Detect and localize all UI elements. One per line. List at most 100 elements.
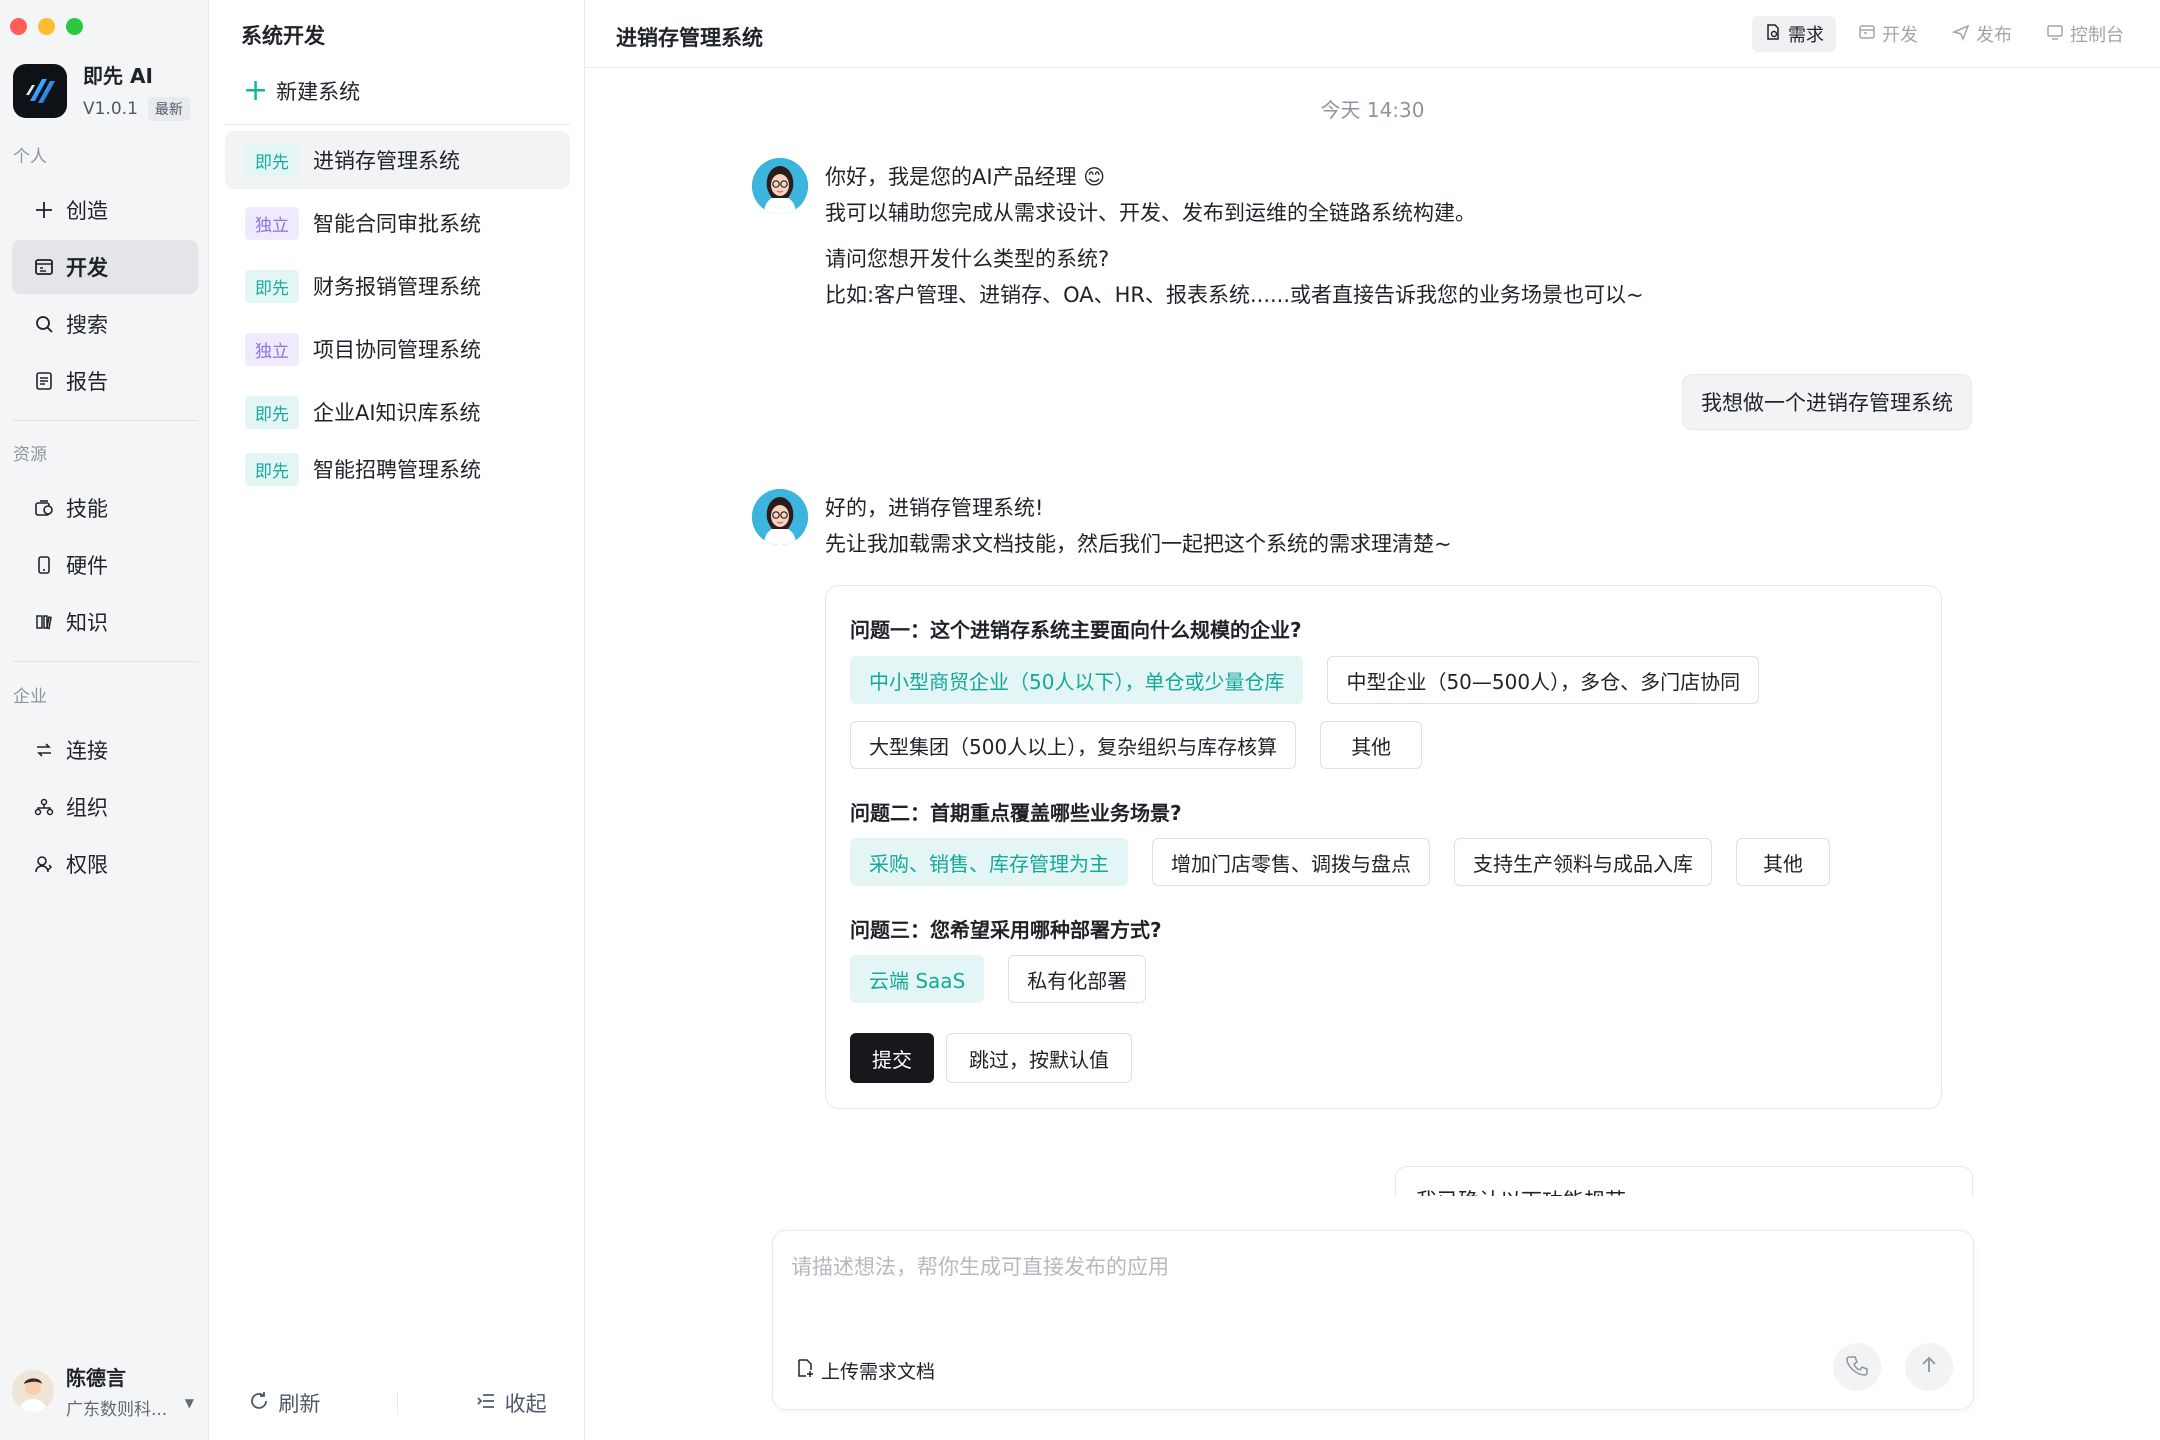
project-name: 财务报销管理系统 bbox=[313, 275, 481, 299]
page-title: 进销存管理系统 bbox=[616, 26, 763, 50]
tab-requirement[interactable]: 需求 bbox=[1752, 16, 1836, 52]
option-button[interactable]: 其他 bbox=[1736, 838, 1830, 886]
project-item[interactable]: 独立 项目协同管理系统 bbox=[225, 320, 570, 378]
nav-divider bbox=[12, 420, 198, 421]
option-button[interactable]: 中型企业（50—500人），多仓、多门店协同 bbox=[1327, 656, 1760, 704]
maximize-window-button[interactable] bbox=[66, 18, 83, 35]
message-text: 你好，我是您的AI产品经理 😊 bbox=[825, 165, 1106, 189]
tab-label: 开发 bbox=[1882, 25, 1918, 46]
nav-item-org[interactable]: 组织 bbox=[12, 780, 198, 834]
chat-timestamp: 今天 14:30 bbox=[1320, 98, 1425, 122]
project-tag: 即先 bbox=[245, 395, 299, 429]
bot-avatar bbox=[752, 489, 808, 545]
project-tag: 即先 bbox=[245, 143, 299, 177]
nav-item-skill[interactable]: 技能 bbox=[12, 481, 198, 535]
tab-label: 控制台 bbox=[2070, 25, 2124, 46]
main-panel: 进销存管理系统 需求 开发 发布 控制台 今天 14:30 你好，我是您的AI产… bbox=[585, 0, 2160, 1440]
collapse-icon bbox=[475, 1390, 497, 1417]
tab-develop[interactable]: 开发 bbox=[1846, 16, 1930, 52]
message-text: 请问您想开发什么类型的系统? bbox=[825, 247, 1110, 271]
option-button[interactable]: 增加门店零售、调拨与盘点 bbox=[1152, 838, 1430, 886]
project-list-panel: 系统开发 + 新建系统 即先 进销存管理系统 独立 智能合同审批系统 即先 财务… bbox=[210, 0, 585, 1440]
option-button[interactable]: 云端 SaaS bbox=[850, 955, 985, 1003]
project-name: 项目协同管理系统 bbox=[313, 338, 481, 362]
project-name: 智能招聘管理系统 bbox=[313, 458, 481, 482]
app-name: 即先 AI bbox=[83, 64, 153, 88]
tab-publish[interactable]: 发布 bbox=[1940, 16, 2024, 52]
close-window-button[interactable] bbox=[10, 18, 27, 35]
nav-item-report[interactable]: 报告 bbox=[12, 354, 198, 408]
question-title: 问题三：您希望采用哪种部署方式? bbox=[850, 918, 1162, 942]
caret-down-icon[interactable]: ▼ bbox=[185, 1396, 194, 1410]
refresh-icon bbox=[248, 1390, 270, 1417]
nav-item-search[interactable]: 搜索 bbox=[12, 297, 198, 351]
message-text: 比如:客户管理、进销存、OA、HR、报表系统......或者直接告诉我您的业务场… bbox=[825, 283, 1644, 307]
message-text: 我想做一个进销存管理系统 bbox=[1701, 391, 1953, 415]
divider bbox=[225, 124, 570, 125]
nav-item-label: 搜索 bbox=[66, 313, 108, 337]
minimize-window-button[interactable] bbox=[38, 18, 55, 35]
monitor-icon bbox=[2046, 23, 2064, 46]
project-item[interactable]: 独立 智能合同审批系统 bbox=[225, 194, 570, 252]
upload-label: 上传需求文档 bbox=[821, 1361, 936, 1383]
voice-call-button[interactable] bbox=[1833, 1343, 1881, 1391]
skill-icon bbox=[32, 496, 56, 520]
send-icon bbox=[1951, 23, 1970, 46]
nav-item-hardware[interactable]: 硬件 bbox=[12, 538, 198, 592]
collapse-label: 收起 bbox=[504, 1392, 547, 1416]
nav-divider bbox=[12, 661, 198, 662]
refresh-button[interactable]: 刷新 bbox=[248, 1388, 320, 1418]
project-tag: 独立 bbox=[245, 332, 299, 366]
window-controls bbox=[10, 18, 83, 35]
nav-item-develop[interactable]: 开发 bbox=[12, 240, 198, 294]
collapse-button[interactable]: 收起 bbox=[475, 1388, 547, 1418]
tab-console[interactable]: 控制台 bbox=[2034, 16, 2136, 52]
nav-item-connect[interactable]: 连接 bbox=[12, 723, 198, 777]
user-name: 陈德言 bbox=[66, 1366, 126, 1390]
project-item[interactable]: 即先 企业AI知识库系统 bbox=[225, 383, 570, 441]
nav-item-create[interactable]: 创造 bbox=[12, 183, 198, 237]
question-actions: 提交 跳过，按默认值 bbox=[850, 1033, 1132, 1083]
option-button[interactable]: 采购、销售、库存管理为主 bbox=[850, 838, 1128, 886]
option-button[interactable]: 其他 bbox=[1320, 721, 1423, 769]
prompt-input[interactable]: 请描述想法，帮你生成可直接发布的应用 bbox=[791, 1251, 1169, 1281]
project-item[interactable]: 即先 财务报销管理系统 bbox=[225, 257, 570, 315]
message-text: 好的，进销存管理系统! bbox=[825, 496, 1044, 520]
option-group: 大型集团（500人以上），复杂组织与库存核算 其他 bbox=[850, 721, 1423, 769]
option-button[interactable]: 大型集团（500人以上），复杂组织与库存核算 bbox=[850, 721, 1297, 769]
project-item[interactable]: 即先 进销存管理系统 bbox=[225, 131, 570, 189]
nav-item-label: 报告 bbox=[66, 370, 108, 394]
skip-defaults-button[interactable]: 跳过，按默认值 bbox=[946, 1033, 1132, 1083]
brand: 即先 AI V1.0.1 最新 bbox=[13, 60, 190, 121]
bot-avatar bbox=[752, 158, 808, 214]
app-logo bbox=[13, 63, 67, 118]
project-list-title: 系统开发 bbox=[241, 24, 325, 48]
submit-button[interactable]: 提交 bbox=[850, 1033, 934, 1083]
new-system-button[interactable]: + 新建系统 bbox=[243, 76, 360, 106]
user-profile[interactable]: 陈德言 广东数则科... ▼ bbox=[12, 1362, 202, 1420]
project-item[interactable]: 即先 智能招聘管理系统 bbox=[225, 440, 570, 498]
option-group: 采购、销售、库存管理为主 增加门店零售、调拨与盘点 支持生产领料与成品入库 其他 bbox=[850, 838, 1830, 886]
project-tag: 即先 bbox=[245, 269, 299, 303]
user-message: 我想做一个进销存管理系统 bbox=[1682, 374, 1972, 430]
project-tag: 独立 bbox=[245, 206, 299, 240]
phone-icon bbox=[32, 553, 56, 577]
plus-icon: + bbox=[243, 73, 269, 108]
dev-window-icon bbox=[1858, 23, 1876, 46]
nav-item-label: 组织 bbox=[66, 796, 108, 820]
nav-item-knowledge[interactable]: 知识 bbox=[12, 595, 198, 649]
report-icon bbox=[32, 369, 56, 393]
nav-item-permission[interactable]: 权限 bbox=[12, 837, 198, 891]
nav-item-label: 开发 bbox=[66, 256, 108, 280]
message-text: 先让我加载需求文档技能，然后我们一起把这个系统的需求理清楚~ bbox=[825, 532, 1452, 556]
send-button[interactable] bbox=[1905, 1343, 1953, 1391]
user-org: 广东数则科... bbox=[66, 1400, 168, 1420]
option-button[interactable]: 支持生产领料与成品入库 bbox=[1454, 838, 1712, 886]
avatar bbox=[12, 1370, 54, 1412]
option-button[interactable]: 私有化部署 bbox=[1008, 955, 1147, 1003]
view-tabs: 需求 开发 发布 控制台 bbox=[1752, 16, 2136, 52]
upload-file-icon bbox=[795, 1358, 815, 1383]
bot-message: 你好，我是您的AI产品经理 😊 我可以辅助您完成从需求设计、开发、发布到运维的全… bbox=[825, 159, 1644, 313]
option-button[interactable]: 中小型商贸企业（50人以下），单仓或少量仓库 bbox=[850, 656, 1304, 704]
upload-doc-button[interactable]: 上传需求文档 bbox=[795, 1357, 935, 1384]
